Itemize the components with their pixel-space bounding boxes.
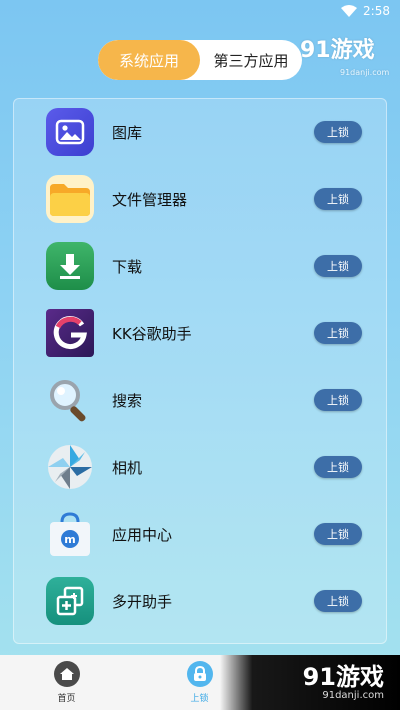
app-store-bag-icon: m: [46, 510, 94, 558]
multi-open-icon: [46, 577, 94, 625]
camera-aperture-icon: [46, 443, 94, 491]
lock-button[interactable]: 上锁: [314, 121, 362, 143]
watermark-logo-top: 91游戏 91danji.com: [300, 38, 396, 78]
watermark-top-text: 91游戏: [300, 38, 375, 63]
list-item: 搜索 上锁: [14, 367, 388, 433]
list-item: m 应用中心 上锁: [14, 501, 388, 567]
list-item: 文件管理器 上锁: [14, 166, 388, 232]
list-item: KK谷歌助手 上锁: [14, 300, 388, 366]
list-item: 下载 上锁: [14, 233, 388, 299]
watermark-bottom-url: 91danji.com: [322, 690, 384, 701]
lock-button[interactable]: 上锁: [314, 389, 362, 411]
list-item: 相机 上锁: [14, 434, 388, 500]
svg-text:m: m: [64, 533, 75, 546]
watermark-top-url: 91danji.com: [340, 68, 390, 77]
app-name: 搜索: [112, 391, 143, 410]
google-helper-icon: [46, 309, 94, 357]
status-bar: 2:58: [0, 0, 400, 22]
nav-lock-label: 上锁: [190, 694, 209, 704]
tab-system-apps[interactable]: 系统应用: [98, 40, 200, 80]
app-name: 应用中心: [112, 525, 173, 544]
magnifier-icon: [46, 376, 94, 424]
download-icon: [46, 242, 94, 290]
app-type-tabs: 系统应用 第三方应用: [98, 40, 302, 80]
lock-button[interactable]: 上锁: [314, 456, 362, 478]
app-name: KK谷歌助手: [112, 324, 192, 343]
lock-button[interactable]: 上锁: [314, 590, 362, 612]
wifi-icon: [341, 5, 358, 17]
watermark-logo-bottom: 91游戏 91danji.com: [220, 655, 400, 710]
lock-button[interactable]: 上锁: [314, 322, 362, 344]
lock-icon: [186, 661, 213, 687]
folder-icon: [46, 175, 94, 223]
status-time: 2:58: [363, 4, 390, 18]
home-icon: [53, 661, 80, 687]
app-name: 图库: [112, 123, 143, 142]
app-name: 相机: [112, 458, 143, 477]
app-list-card: 图库 上锁 文件管理器 上锁 下载 上锁 KK谷歌助手 上锁 搜索 上锁 相机 …: [13, 98, 387, 644]
list-item: 多开助手 上锁: [14, 568, 388, 634]
lock-button[interactable]: 上锁: [314, 255, 362, 277]
gallery-icon: [46, 108, 94, 156]
lock-button[interactable]: 上锁: [314, 188, 362, 210]
app-name: 多开助手: [112, 592, 173, 611]
app-name: 下载: [112, 257, 143, 276]
nav-home[interactable]: 首页: [0, 655, 133, 710]
tab-third-party-apps[interactable]: 第三方应用: [200, 40, 302, 80]
lock-button[interactable]: 上锁: [314, 523, 362, 545]
nav-home-label: 首页: [57, 694, 76, 704]
watermark-bottom-text: 91游戏: [302, 663, 384, 691]
list-item: 图库 上锁: [14, 99, 388, 165]
app-name: 文件管理器: [112, 190, 188, 209]
